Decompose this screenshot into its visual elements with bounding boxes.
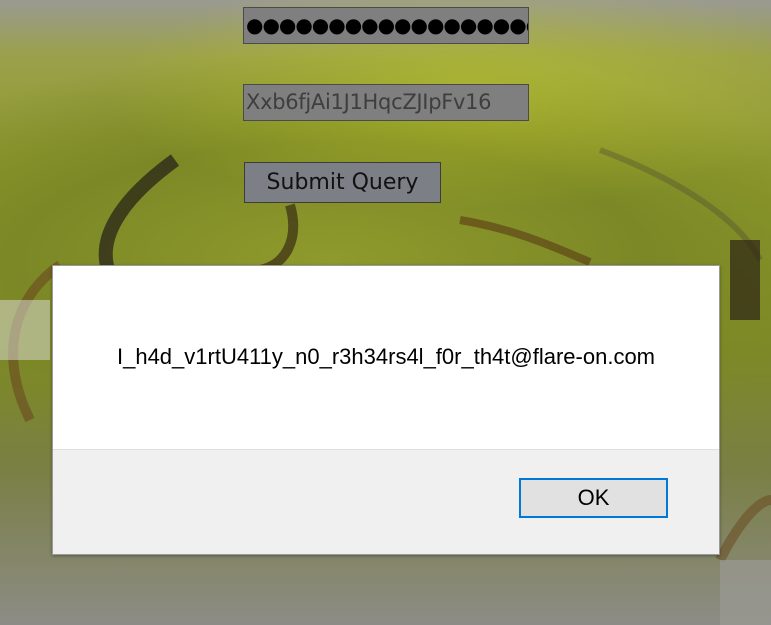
alert-footer: OK [53,449,719,554]
password-input[interactable]: ●●●●●●●●●●●●●●●●●● [243,7,529,44]
ok-button[interactable]: OK [519,478,668,518]
text-input[interactable]: Xxb6fjAi1J1HqcZJIpFv16 [243,84,529,121]
alert-message: I_h4d_v1rtU411y_n0_r3h34rs4l_f0r_th4t@fl… [116,344,656,369]
submit-query-button[interactable]: Submit Query [244,162,441,203]
page-background: ●●●●●●●●●●●●●●●●●● Xxb6fjAi1J1HqcZJIpFv1… [0,0,771,625]
alert-dialog: I_h4d_v1rtU411y_n0_r3h34rs4l_f0r_th4t@fl… [52,265,720,555]
